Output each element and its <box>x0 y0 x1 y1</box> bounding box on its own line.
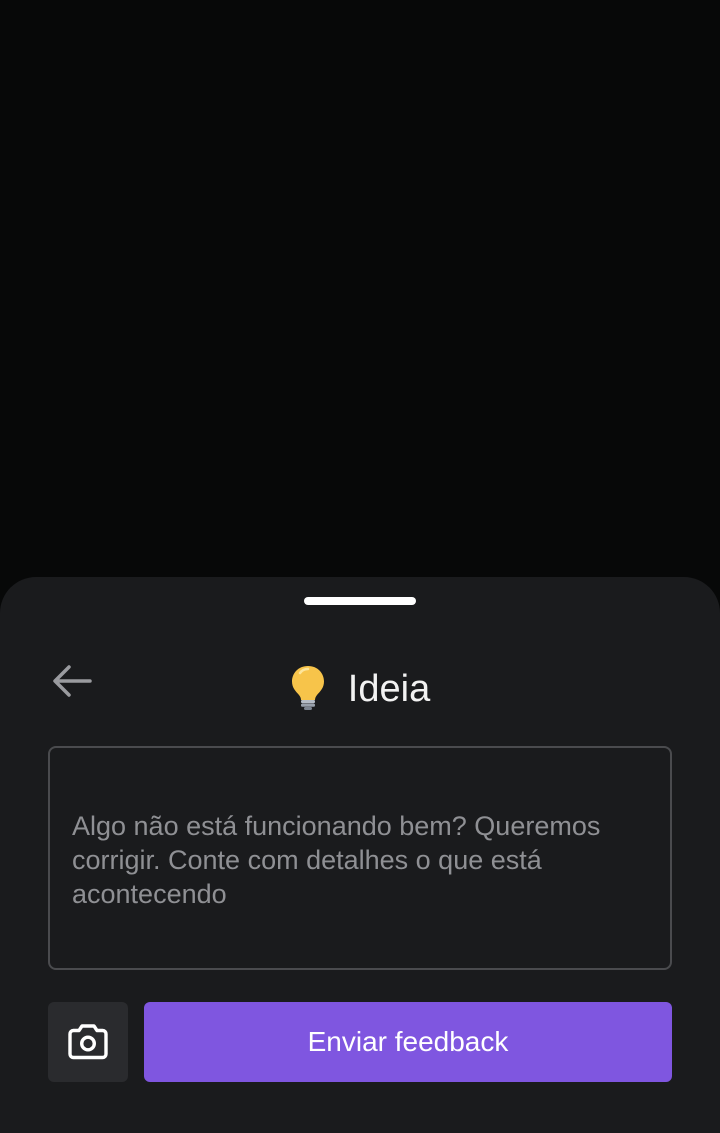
screen: Ideia Algo não está funcionando bem? Que… <box>0 0 720 1133</box>
attach-screenshot-button[interactable] <box>48 1002 128 1082</box>
camera-icon <box>68 1024 108 1060</box>
feedback-bottom-sheet: Ideia Algo não está funcionando bem? Que… <box>0 577 720 1133</box>
lightbulb-icon <box>291 666 324 710</box>
arrow-left-icon <box>53 665 92 697</box>
sheet-title: Ideia <box>347 668 431 710</box>
back-button[interactable] <box>44 657 100 705</box>
send-feedback-button[interactable]: Enviar feedback <box>144 1002 672 1082</box>
feedback-textarea[interactable] <box>48 746 672 970</box>
sheet-header: Ideia <box>0 655 720 719</box>
drag-handle[interactable] <box>304 597 416 605</box>
